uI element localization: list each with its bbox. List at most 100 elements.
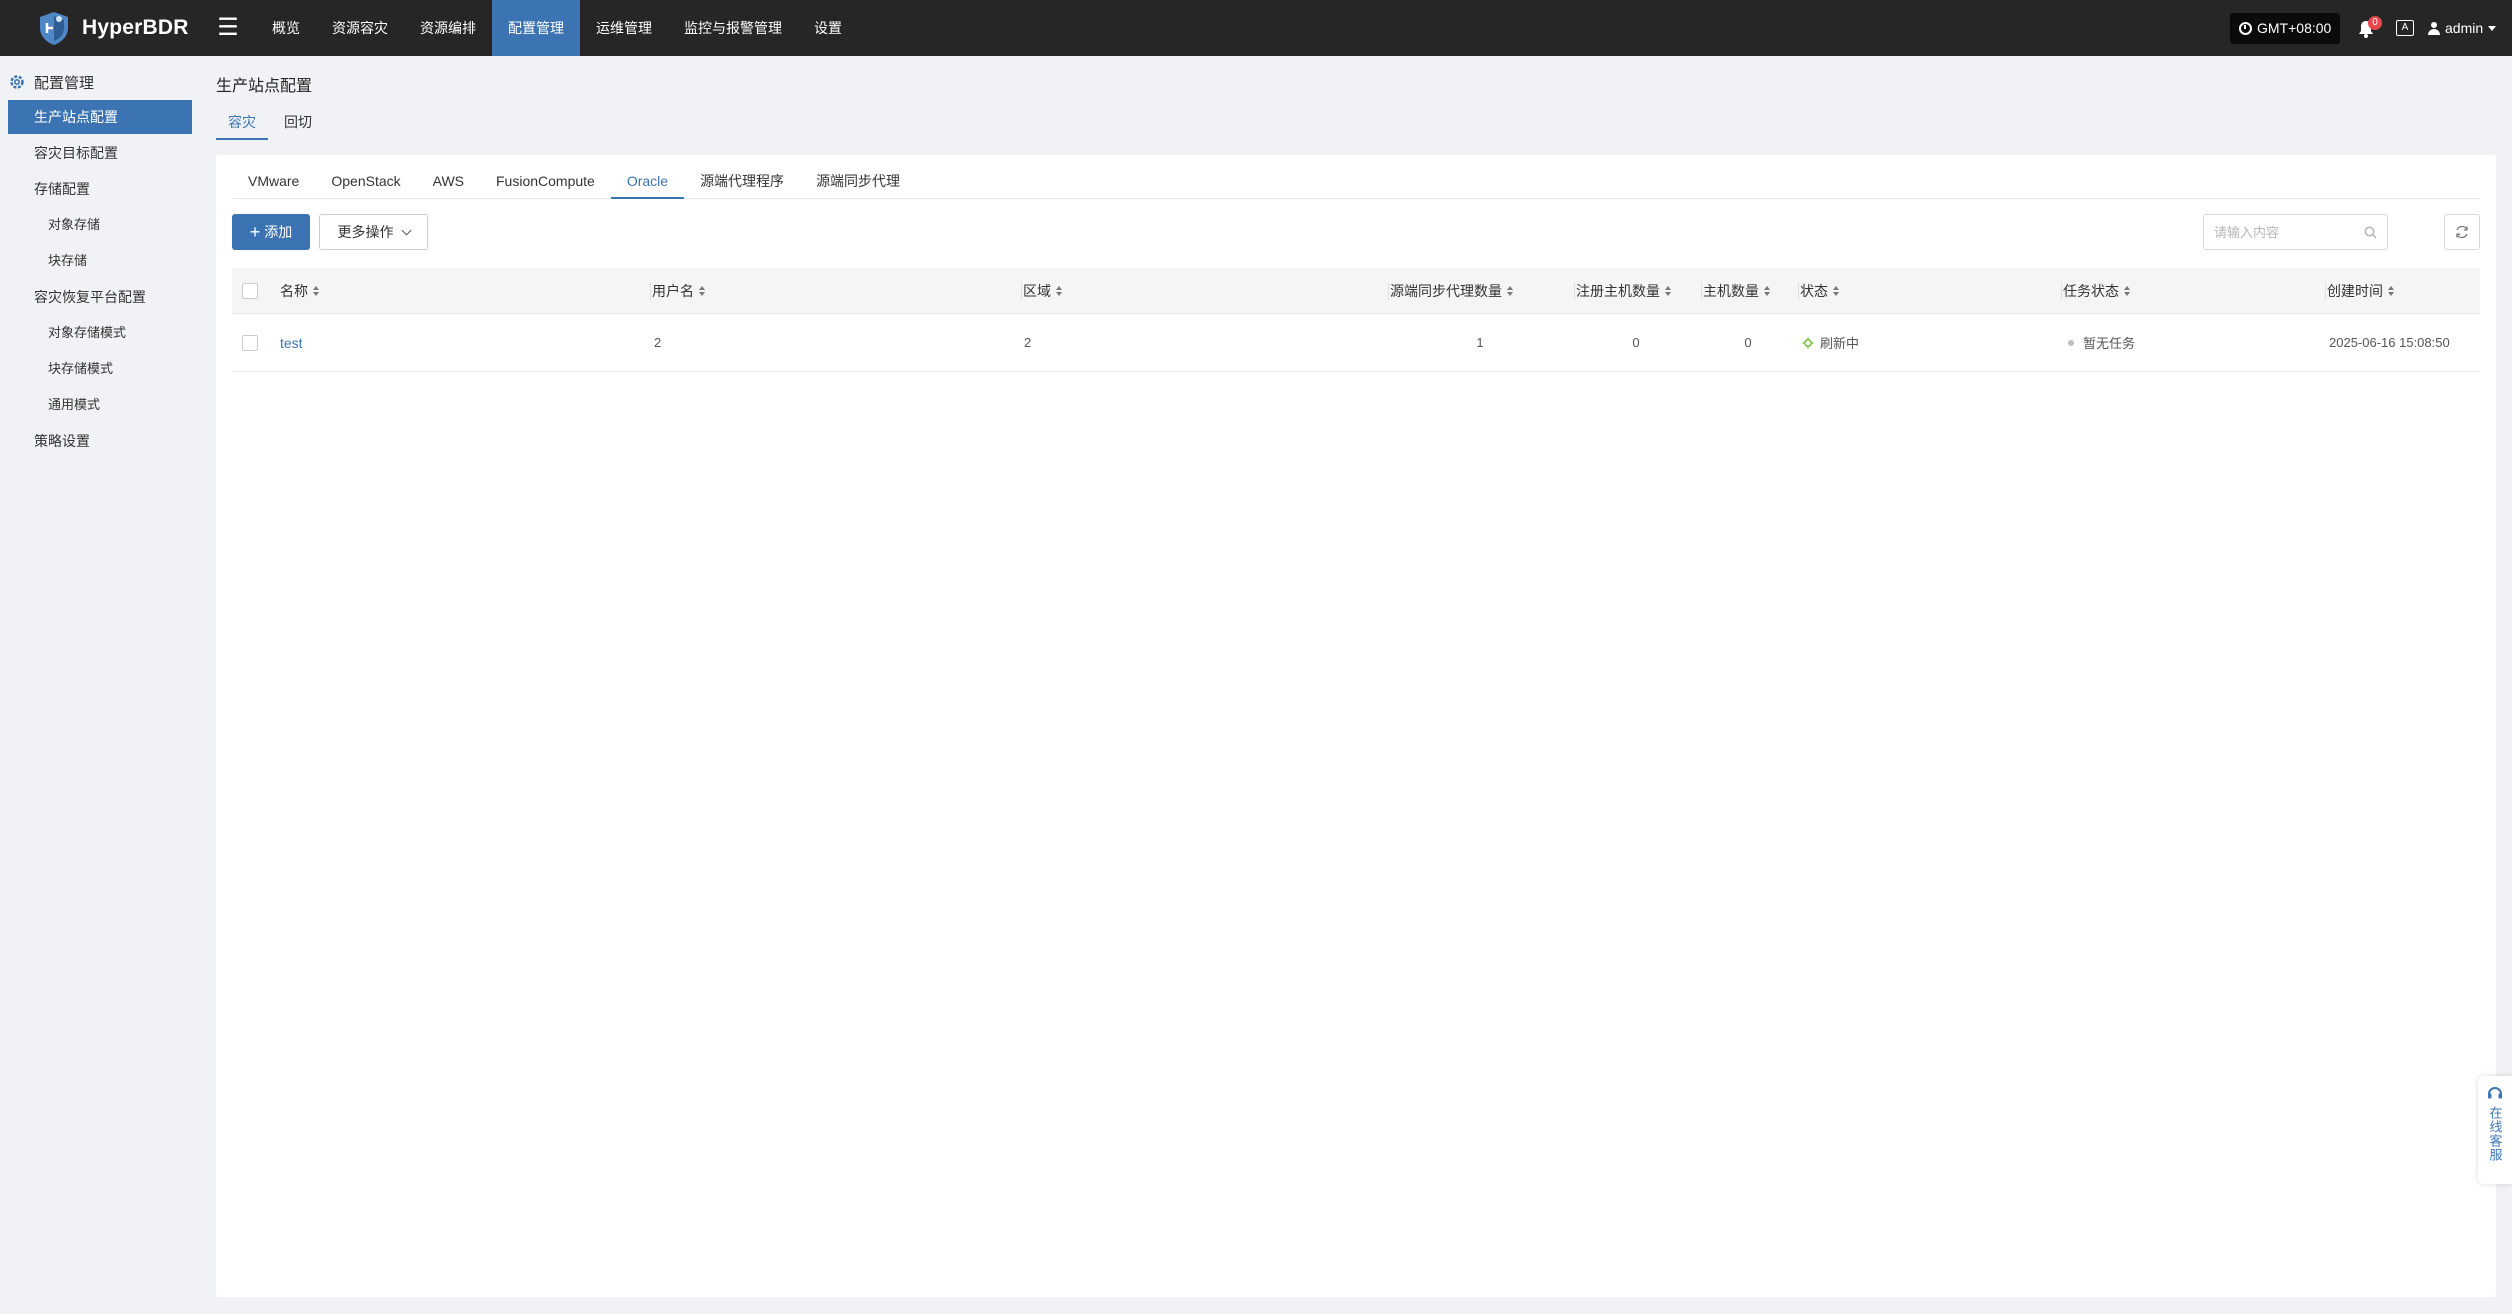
row-created: 2025-06-16 15:08:50 bbox=[2329, 335, 2450, 350]
col-task-status-label: 任务状态 bbox=[2063, 282, 2119, 299]
table-row: test 2 2 1 0 0 刷新中 暂无任务 2025-06-16 15:08… bbox=[232, 314, 2480, 372]
col-username-label: 用户名 bbox=[652, 282, 694, 299]
main-nav: 概览 资源容灾 资源编排 配置管理 运维管理 监控与报警管理 设置 bbox=[256, 0, 858, 56]
online-service-label: 在线客服 bbox=[2487, 1106, 2503, 1162]
row-region: 2 bbox=[1024, 335, 1032, 350]
col-registered-hosts[interactable]: 注册主机数量 bbox=[1574, 268, 1671, 313]
sort-icon bbox=[2388, 285, 2394, 296]
more-actions-button[interactable]: 更多操作 bbox=[319, 214, 428, 250]
app-name: HyperBDR bbox=[82, 16, 189, 39]
select-all-cell bbox=[242, 268, 262, 313]
sort-icon bbox=[1764, 285, 1770, 296]
nav-item-resource-dr[interactable]: 资源容灾 bbox=[316, 0, 404, 56]
search-icon[interactable] bbox=[2364, 226, 2377, 239]
col-created[interactable]: 创建时间 bbox=[2325, 268, 2394, 313]
sidebar-item-general-mode[interactable]: 通用模式 bbox=[8, 388, 192, 422]
tab-openstack[interactable]: OpenStack bbox=[315, 167, 416, 199]
table-header: 名称 用户名 区域 源端同步代理数量 注册主机数量 主机数量 状态 任务状态 创… bbox=[232, 268, 2480, 314]
add-button[interactable]: + 添加 bbox=[232, 214, 310, 250]
top-navbar: HyperBDR ☰ 概览 资源容灾 资源编排 配置管理 运维管理 监控与报警管… bbox=[0, 0, 2512, 56]
sort-icon bbox=[2124, 285, 2130, 296]
nav-item-orchestration[interactable]: 资源编排 bbox=[404, 0, 492, 56]
col-name[interactable]: 名称 bbox=[280, 268, 319, 313]
row-sync-proxy-count: 1 bbox=[1476, 335, 1484, 350]
online-service-button[interactable]: 在线客服 bbox=[2478, 1076, 2512, 1184]
tab-source-sync-proxy[interactable]: 源端同步代理 bbox=[800, 167, 916, 199]
sidebar-item-dr-target[interactable]: 容灾目标配置 bbox=[8, 136, 192, 170]
sidebar-header: 配置管理 bbox=[8, 70, 94, 94]
user-menu[interactable]: admin bbox=[2428, 0, 2497, 56]
row-username: 2 bbox=[654, 335, 662, 350]
tab-source-agent[interactable]: 源端代理程序 bbox=[684, 167, 800, 199]
timezone-label: GMT+08:00 bbox=[2257, 20, 2332, 36]
tab-failback[interactable]: 回切 bbox=[272, 110, 324, 140]
page-title: 生产站点配置 bbox=[216, 78, 313, 95]
sidebar-item-dr-platform[interactable]: 容灾恢复平台配置 bbox=[8, 280, 192, 314]
tab-vmware[interactable]: VMware bbox=[232, 167, 315, 199]
row-status-label: 刷新中 bbox=[1820, 336, 1860, 351]
tab-fusioncompute[interactable]: FusionCompute bbox=[480, 167, 611, 199]
row-status: 刷新中 bbox=[1802, 314, 1859, 371]
user-name: admin bbox=[2445, 20, 2484, 36]
platform-tabs: VMware OpenStack AWS FusionCompute Oracl… bbox=[232, 167, 2480, 199]
sort-icon bbox=[1665, 285, 1671, 296]
col-region[interactable]: 区域 bbox=[1021, 268, 1062, 313]
col-hosts-label: 主机数量 bbox=[1703, 282, 1759, 299]
notification-badge: 0 bbox=[2368, 16, 2382, 30]
col-name-label: 名称 bbox=[280, 282, 308, 299]
clock-icon bbox=[2239, 22, 2252, 35]
sidebar-item-storage[interactable]: 存储配置 bbox=[8, 172, 192, 206]
sidebar-item-block-storage-mode[interactable]: 块存储模式 bbox=[8, 352, 192, 386]
col-registered-hosts-label: 注册主机数量 bbox=[1576, 282, 1660, 299]
sidebar: 配置管理 生产站点配置 容灾目标配置 存储配置 对象存储 块存储 容灾恢复平台配… bbox=[0, 56, 200, 1314]
page-tabs: 容灾 回切 bbox=[216, 110, 328, 140]
sidebar-item-object-storage-mode[interactable]: 对象存储模式 bbox=[8, 316, 192, 350]
data-table: 名称 用户名 区域 源端同步代理数量 注册主机数量 主机数量 状态 任务状态 创… bbox=[232, 268, 2480, 372]
nav-item-monitor[interactable]: 监控与报警管理 bbox=[668, 0, 798, 56]
nav-item-ops[interactable]: 运维管理 bbox=[580, 0, 668, 56]
col-sync-proxy-count-label: 源端同步代理数量 bbox=[1390, 282, 1502, 299]
row-registered-hosts: 0 bbox=[1632, 335, 1640, 350]
menu-toggle-icon[interactable]: ☰ bbox=[216, 12, 240, 44]
sort-icon bbox=[1056, 285, 1062, 296]
row-task-status: 暂无任务 bbox=[2068, 314, 2135, 371]
row-checkbox[interactable] bbox=[242, 334, 258, 351]
app-logo[interactable]: HyperBDR bbox=[36, 10, 189, 46]
refresh-button[interactable] bbox=[2444, 214, 2480, 250]
tab-oracle[interactable]: Oracle bbox=[610, 167, 685, 199]
shield-logo-icon bbox=[40, 12, 68, 45]
sidebar-header-label: 配置管理 bbox=[34, 74, 95, 92]
content-card: VMware OpenStack AWS FusionCompute Oracl… bbox=[216, 155, 2496, 1297]
col-username[interactable]: 用户名 bbox=[650, 268, 705, 313]
sidebar-item-policy[interactable]: 策略设置 bbox=[8, 424, 192, 458]
select-all-checkbox[interactable] bbox=[242, 282, 258, 299]
tab-dr[interactable]: 容灾 bbox=[216, 110, 268, 140]
search-input[interactable] bbox=[2204, 215, 2354, 249]
row-name-link[interactable]: test bbox=[280, 314, 303, 371]
sidebar-item-object-storage[interactable]: 对象存储 bbox=[8, 208, 192, 242]
sidebar-item-block-storage[interactable]: 块存储 bbox=[8, 244, 192, 278]
col-region-label: 区域 bbox=[1023, 282, 1051, 299]
col-task-status[interactable]: 任务状态 bbox=[2061, 268, 2130, 313]
user-icon bbox=[2428, 21, 2440, 35]
headset-icon bbox=[2488, 1087, 2502, 1099]
plus-icon: + bbox=[249, 222, 261, 242]
refreshing-status-icon bbox=[1802, 337, 1814, 348]
row-hosts: 0 bbox=[1744, 335, 1752, 350]
col-created-label: 创建时间 bbox=[2327, 282, 2383, 299]
sort-icon bbox=[313, 285, 319, 296]
timezone-display[interactable]: GMT+08:00 bbox=[2230, 13, 2341, 44]
language-icon[interactable]: A bbox=[2396, 20, 2414, 36]
tab-aws[interactable]: AWS bbox=[417, 167, 480, 199]
chevron-down-icon bbox=[401, 225, 411, 235]
add-button-label: 添加 bbox=[264, 224, 293, 240]
col-status[interactable]: 状态 bbox=[1798, 268, 1839, 313]
col-hosts[interactable]: 主机数量 bbox=[1701, 268, 1770, 313]
nav-item-overview[interactable]: 概览 bbox=[256, 0, 316, 56]
gear-icon bbox=[10, 75, 24, 89]
nav-item-config[interactable]: 配置管理 bbox=[492, 0, 580, 56]
col-sync-proxy-count[interactable]: 源端同步代理数量 bbox=[1388, 268, 1513, 313]
nav-item-settings[interactable]: 设置 bbox=[798, 0, 858, 56]
sidebar-item-production-site[interactable]: 生产站点配置 bbox=[8, 100, 192, 134]
row-select-cell bbox=[242, 314, 262, 371]
